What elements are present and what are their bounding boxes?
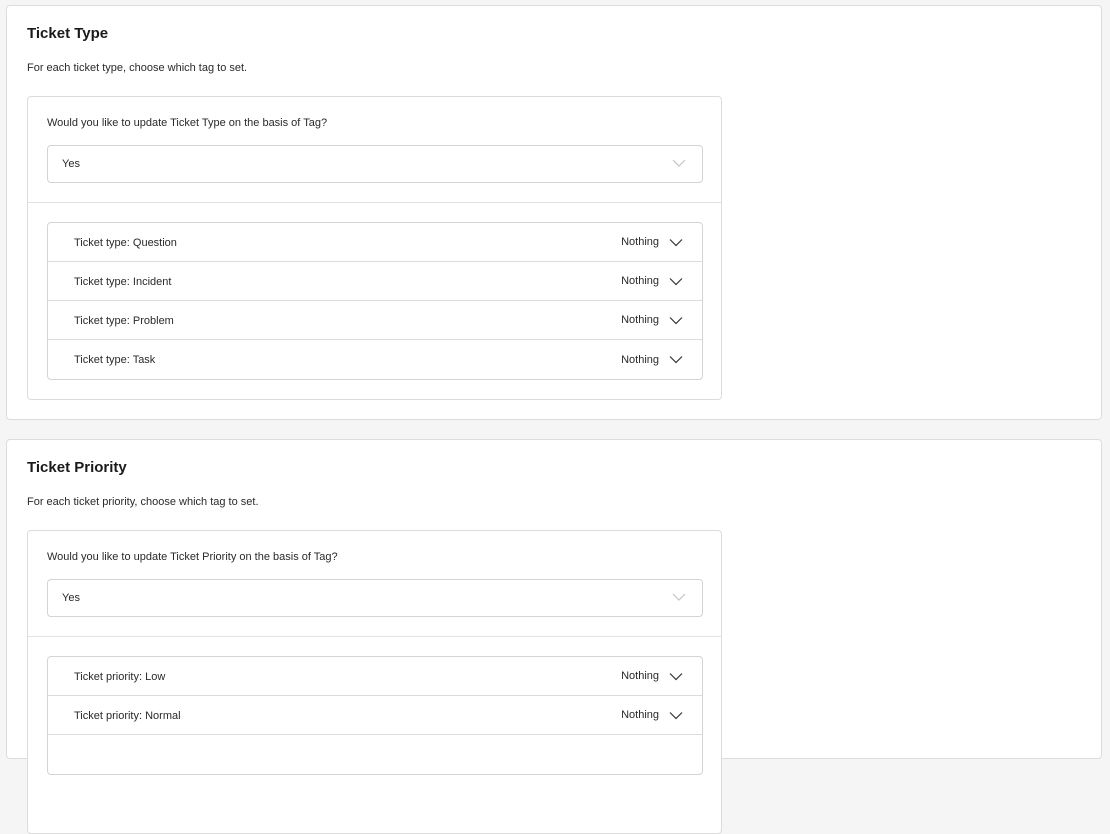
settings-card: Would you like to update Ticket Type on … xyxy=(27,96,722,400)
chevron-down-icon xyxy=(672,593,686,601)
mapping-list: Ticket priority: Low Nothing Ticket prio… xyxy=(47,656,703,775)
chevron-down-icon xyxy=(669,356,683,364)
mapping-value: Nothing xyxy=(621,353,659,366)
section-title: Ticket Type xyxy=(27,25,109,42)
chevron-down-icon xyxy=(669,711,683,719)
ticket-type-section: Ticket Type For each ticket type, choose… xyxy=(6,5,1102,420)
mapping-value: Nothing xyxy=(621,275,659,287)
mapping-label: Ticket priority: Normal xyxy=(74,710,181,722)
section-description: For each ticket type, choose which tag t… xyxy=(27,62,248,74)
divider xyxy=(28,202,721,203)
mapping-label: Ticket type: Task xyxy=(74,354,156,366)
mapping-list: Ticket type: Question Nothing Ticket typ… xyxy=(47,222,703,380)
update-select[interactable]: Yes xyxy=(47,145,703,183)
mapping-dropdown[interactable]: Nothing xyxy=(621,696,683,734)
mapping-dropdown[interactable]: Nothing xyxy=(621,262,683,300)
mapping-dropdown[interactable]: Nothing xyxy=(621,340,683,379)
mapping-row: Ticket type: Task Nothing xyxy=(48,340,702,379)
ticket-priority-section: Ticket Priority For each ticket priority… xyxy=(6,439,1102,834)
chevron-down-icon xyxy=(669,238,683,246)
update-question-label: Would you like to update Ticket Priority… xyxy=(47,551,338,563)
mapping-label: Ticket priority: Low xyxy=(74,671,166,683)
update-select[interactable]: Yes xyxy=(47,579,703,617)
mapping-row xyxy=(48,735,702,774)
mapping-label: Ticket type: Question xyxy=(74,237,177,249)
mapping-dropdown[interactable]: Nothing xyxy=(621,301,683,339)
section-description: For each ticket priority, choose which t… xyxy=(27,496,259,508)
mapping-value: Nothing xyxy=(621,670,659,682)
divider xyxy=(28,636,721,637)
chevron-down-icon xyxy=(669,672,683,680)
mapping-row: Ticket type: Incident Nothing xyxy=(48,262,702,301)
mapping-row: Ticket priority: Low Nothing xyxy=(48,657,702,696)
mapping-row: Ticket priority: Normal Nothing xyxy=(48,696,702,735)
mapping-value: Nothing xyxy=(621,709,659,721)
mapping-row: Ticket type: Problem Nothing xyxy=(48,301,702,340)
chevron-down-icon xyxy=(669,277,683,285)
mapping-dropdown[interactable]: Nothing xyxy=(621,223,683,261)
mapping-label: Ticket type: Problem xyxy=(74,315,174,327)
update-question-label: Would you like to update Ticket Type on … xyxy=(47,117,328,129)
mapping-value: Nothing xyxy=(621,314,659,326)
select-value: Yes xyxy=(62,592,80,604)
chevron-down-icon xyxy=(672,159,686,167)
mapping-label: Ticket type: Incident xyxy=(74,276,172,288)
chevron-down-icon xyxy=(669,316,683,324)
section-title: Ticket Priority xyxy=(27,459,127,476)
mapping-row: Ticket type: Question Nothing xyxy=(48,223,702,262)
mapping-dropdown[interactable]: Nothing xyxy=(621,657,683,695)
select-value: Yes xyxy=(62,158,80,170)
mapping-value: Nothing xyxy=(621,236,659,248)
settings-card: Would you like to update Ticket Priority… xyxy=(27,530,722,834)
